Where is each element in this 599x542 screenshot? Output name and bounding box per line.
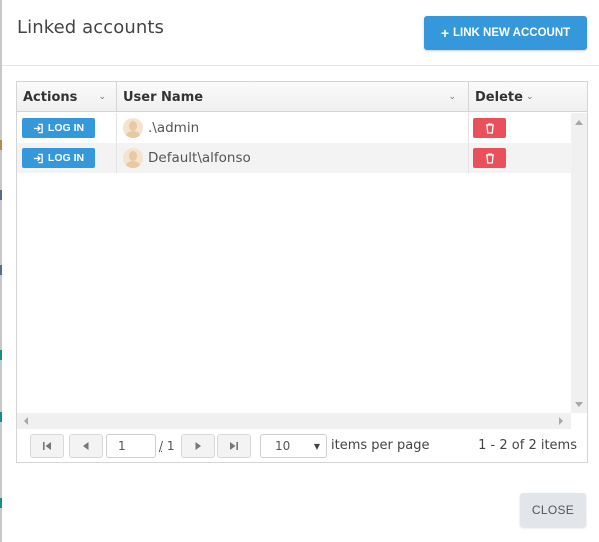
table-row: LOG IN Default\alfonso bbox=[17, 143, 571, 173]
chevron-down-icon[interactable]: ⌄ bbox=[448, 92, 456, 102]
horizontal-scrollbar[interactable] bbox=[17, 413, 571, 429]
last-page-icon bbox=[230, 442, 238, 450]
user-name: Default\alfonso bbox=[148, 150, 251, 166]
linked-accounts-dialog: Linked accounts + LINK NEW ACCOUNT Actio… bbox=[2, 0, 599, 542]
delete-cell bbox=[469, 113, 571, 143]
trash-icon bbox=[485, 152, 494, 164]
grid-header: Actions ⌄ User Name ⌄ Delete ⌄ bbox=[17, 82, 587, 112]
user-name: .\admin bbox=[148, 120, 200, 136]
user-avatar-icon bbox=[123, 118, 143, 138]
dialog-header: Linked accounts + LINK NEW ACCOUNT bbox=[2, 0, 599, 66]
grid-body: LOG IN .\admin LOG IN Default\alfonso bbox=[17, 113, 571, 413]
next-page-button[interactable] bbox=[181, 434, 215, 458]
table-row: LOG IN .\admin bbox=[17, 113, 571, 143]
column-header-label: User Name bbox=[123, 89, 204, 105]
scroll-down-arrow-icon[interactable] bbox=[575, 402, 583, 407]
page-count: / 1 bbox=[159, 439, 175, 453]
actions-cell: LOG IN bbox=[17, 113, 117, 143]
caret-down-icon: ▼ bbox=[313, 442, 320, 451]
trash-icon bbox=[485, 122, 494, 134]
close-button[interactable]: CLOSE bbox=[520, 493, 586, 527]
linked-accounts-grid: Actions ⌄ User Name ⌄ Delete ⌄ LOG IN .\… bbox=[16, 81, 588, 463]
page-of-separator: / bbox=[159, 439, 164, 453]
last-page-button[interactable] bbox=[217, 434, 251, 458]
user-name-cell: .\admin bbox=[117, 113, 469, 143]
items-per-page-value: 10 bbox=[275, 439, 291, 453]
current-page-input[interactable] bbox=[106, 434, 156, 458]
actions-cell: LOG IN bbox=[17, 143, 117, 173]
user-name-cell: Default\alfonso bbox=[117, 143, 469, 173]
column-header-user-name[interactable]: User Name ⌄ bbox=[117, 82, 469, 112]
dialog-title: Linked accounts bbox=[17, 17, 165, 38]
first-page-icon bbox=[43, 442, 51, 450]
log-in-button[interactable]: LOG IN bbox=[22, 148, 95, 168]
next-page-icon bbox=[195, 442, 201, 450]
delete-button[interactable] bbox=[473, 148, 506, 168]
log-in-label: LOG IN bbox=[47, 122, 85, 134]
scroll-left-arrow-icon[interactable] bbox=[24, 417, 28, 425]
user-avatar-icon bbox=[123, 148, 143, 168]
scroll-up-arrow-icon[interactable] bbox=[575, 120, 583, 125]
log-in-button[interactable]: LOG IN bbox=[22, 118, 95, 138]
plus-icon: + bbox=[440, 25, 450, 41]
sign-in-icon bbox=[33, 153, 43, 163]
column-header-label: Delete bbox=[475, 89, 523, 105]
delete-button[interactable] bbox=[473, 118, 506, 138]
items-per-page-label: items per page bbox=[331, 438, 430, 453]
link-new-account-button[interactable]: + LINK NEW ACCOUNT bbox=[424, 16, 587, 50]
delete-cell bbox=[469, 143, 571, 173]
first-page-button[interactable] bbox=[30, 434, 64, 458]
log-in-label: LOG IN bbox=[47, 152, 85, 164]
vertical-scrollbar[interactable] bbox=[571, 113, 587, 413]
previous-page-icon bbox=[83, 442, 89, 450]
sign-in-icon bbox=[33, 123, 43, 133]
column-header-actions[interactable]: Actions ⌄ bbox=[17, 82, 117, 112]
column-header-label: Actions bbox=[23, 89, 78, 105]
chevron-down-icon[interactable]: ⌄ bbox=[526, 92, 534, 102]
column-header-delete[interactable]: Delete ⌄ bbox=[469, 82, 587, 112]
scroll-right-arrow-icon[interactable] bbox=[559, 417, 563, 425]
total-pages: 1 bbox=[166, 439, 175, 453]
link-new-account-label: LINK NEW ACCOUNT bbox=[453, 27, 571, 39]
pager: / 1 10 ▼ items per page 1 - 2 of 2 items bbox=[17, 429, 587, 462]
chevron-down-icon[interactable]: ⌄ bbox=[98, 92, 106, 102]
pager-range-info: 1 - 2 of 2 items bbox=[478, 438, 577, 453]
items-per-page-select[interactable]: 10 ▼ bbox=[260, 434, 327, 458]
previous-page-button[interactable] bbox=[69, 434, 103, 458]
